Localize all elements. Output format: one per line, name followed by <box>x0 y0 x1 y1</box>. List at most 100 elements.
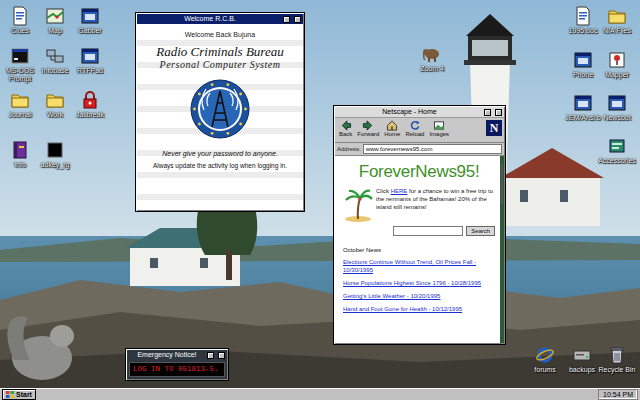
reload-button[interactable]: Reload <box>403 120 426 140</box>
back-icon <box>340 120 352 131</box>
map-icon <box>45 6 65 26</box>
site-logo: ForeverNews95! <box>343 162 495 182</box>
scrollbar[interactable] <box>500 156 504 343</box>
home-icon <box>386 120 398 131</box>
search-button[interactable]: Search <box>466 226 495 236</box>
desktop-icon[interactable]: Info <box>0 140 40 169</box>
desktop-icon[interactable]: Journal <box>0 90 40 119</box>
netscape-logo: N <box>486 120 502 136</box>
desktop-icon[interactable]: RTFPad <box>70 46 110 75</box>
drive-icon <box>572 345 592 365</box>
app-icon <box>80 6 100 26</box>
bureau-heading: Radio Criminals Bureau <box>156 44 283 60</box>
news-link[interactable]: Horse Populations Highest Since 1796 - 1… <box>343 280 495 288</box>
desktop-icon[interactable]: Work <box>35 90 75 119</box>
promo-text-start: Click <box>376 188 391 194</box>
emergency-body: LOG IN TO 051813-5. <box>127 360 227 379</box>
desktop-icon[interactable]: Phone <box>563 50 603 79</box>
promo-block: Click HERE for a chance to win a free tr… <box>343 188 495 222</box>
news-link[interactable]: Hand and Foot Gone for Health - 10/12/19… <box>343 306 495 314</box>
desktop-icon[interactable]: Map <box>35 6 75 35</box>
desktop-icon[interactable]: Newsbot <box>597 93 637 122</box>
network-icon <box>45 46 65 66</box>
blank-icon <box>45 140 65 160</box>
title-bar[interactable]: Emergency Notice! <box>127 350 227 360</box>
news-link[interactable]: Elections Continue Without Trend, Oil Pr… <box>343 259 495 275</box>
doc-icon <box>10 6 30 26</box>
images-icon <box>433 120 445 131</box>
desktop-icon[interactable]: Gabber <box>70 6 110 35</box>
welcome-body: Welcome Back Bujuna Radio Criminals Burea… <box>137 24 303 210</box>
search-field[interactable] <box>393 226 463 236</box>
activity-log-note: Always update the activity log when logg… <box>153 162 287 170</box>
icon-label: 1995.doc <box>569 27 598 35</box>
toolbar-label: Home <box>384 131 400 138</box>
clock: 10:54 PM <box>598 389 638 400</box>
close-button[interactable] <box>218 352 225 359</box>
minimize-button[interactable] <box>207 352 214 359</box>
close-button[interactable] <box>294 16 301 23</box>
toolbar-label: Reload <box>405 131 424 138</box>
pin-icon <box>607 50 627 70</box>
icon-label: Newsbot <box>603 114 630 122</box>
desktop-icon[interactable]: Recycle Bin <box>597 345 637 374</box>
book-icon <box>10 140 30 160</box>
desktop-icon[interactable]: Clues <box>0 6 40 35</box>
emergency-window: Emergency Notice! LOG IN TO 051813-5. <box>125 348 229 381</box>
icon-label: Clues <box>11 27 29 35</box>
promo-link[interactable]: HERE <box>391 188 408 194</box>
app-icon <box>607 93 627 113</box>
desktop-icon[interactable]: adkey_rg <box>35 140 75 169</box>
start-button[interactable]: Start <box>2 389 36 400</box>
dos-icon <box>10 46 30 66</box>
browser-content: ForeverNews95! Click HERE for a chance to… <box>335 156 504 343</box>
web-page: ForeverNews95! Click HERE for a chance to… <box>335 156 500 343</box>
icon-label: JEM/Ansi.b <box>565 114 600 122</box>
app-icon <box>573 50 593 70</box>
window-title: Emergency Notice! <box>129 350 205 360</box>
lock-icon <box>80 90 100 110</box>
title-bar[interactable]: Netscape - Home <box>335 107 504 118</box>
desktop-icon[interactable]: Jailbreak <box>70 90 110 119</box>
icon-label: Accessories <box>598 157 636 165</box>
search-row: Search <box>343 226 495 236</box>
icon-label: forums <box>534 366 555 374</box>
desktop-icon[interactable]: forums <box>525 345 565 374</box>
icon-label: Map <box>48 27 62 35</box>
desktop-icon[interactable]: Accessories <box>597 136 637 165</box>
images-button[interactable]: Images <box>427 120 451 140</box>
news-section-heading: October News <box>343 246 495 255</box>
desktop-icon[interactable]: backups <box>562 345 602 374</box>
desktop-icon[interactable]: JEM/Ansi.b <box>563 93 603 122</box>
title-bar[interactable]: Welcome R.C.B. <box>137 14 303 24</box>
icon-label: Info <box>14 161 26 169</box>
desktop-icon[interactable]: Infobase <box>35 46 75 75</box>
palm-island-icon <box>343 188 373 222</box>
address-bar: Address:www.forevernews95.com <box>335 143 504 156</box>
address-field[interactable]: www.forevernews95.com <box>363 144 502 154</box>
taskbar: Start 10:54 PM <box>0 388 640 400</box>
icon-label: Journal <box>9 111 32 119</box>
desktop-icon[interactable]: N/A Files <box>597 6 637 35</box>
greeting-text: Welcome Back Bujuna <box>185 30 255 41</box>
desktop[interactable]: Clues Map Gabber MS-DOS PromptInfobaseRTFPa… <box>0 0 640 388</box>
scrollbar-thumb[interactable] <box>501 164 503 204</box>
home-button[interactable]: Home <box>382 120 402 140</box>
desktop-icon[interactable]: Zoom 4 <box>412 44 452 73</box>
minimize-button[interactable] <box>283 16 290 23</box>
map-icon <box>45 6 65 26</box>
toolbar-label: Forward <box>357 131 379 138</box>
desktop-icon[interactable]: Mapper <box>597 50 637 79</box>
doc-icon <box>10 6 30 26</box>
emergency-message: LOG IN TO 051813-5. <box>129 362 225 377</box>
close-button[interactable] <box>495 109 502 116</box>
desktop-icon[interactable]: MS-DOS Prompt <box>0 46 40 83</box>
news-link[interactable]: Getting's Little Weather - 10/20/1995 <box>343 293 495 301</box>
tools-icon <box>607 136 627 156</box>
back-button[interactable]: Back <box>337 120 354 140</box>
desktop-icon[interactable]: 1995.doc <box>563 6 603 35</box>
forward-button[interactable]: Forward <box>355 120 381 140</box>
minimize-button[interactable] <box>484 109 491 116</box>
welcome-window: Welcome R.C.B. Welcome Back Bujuna Radio C… <box>135 12 305 212</box>
blank-icon <box>45 140 65 160</box>
